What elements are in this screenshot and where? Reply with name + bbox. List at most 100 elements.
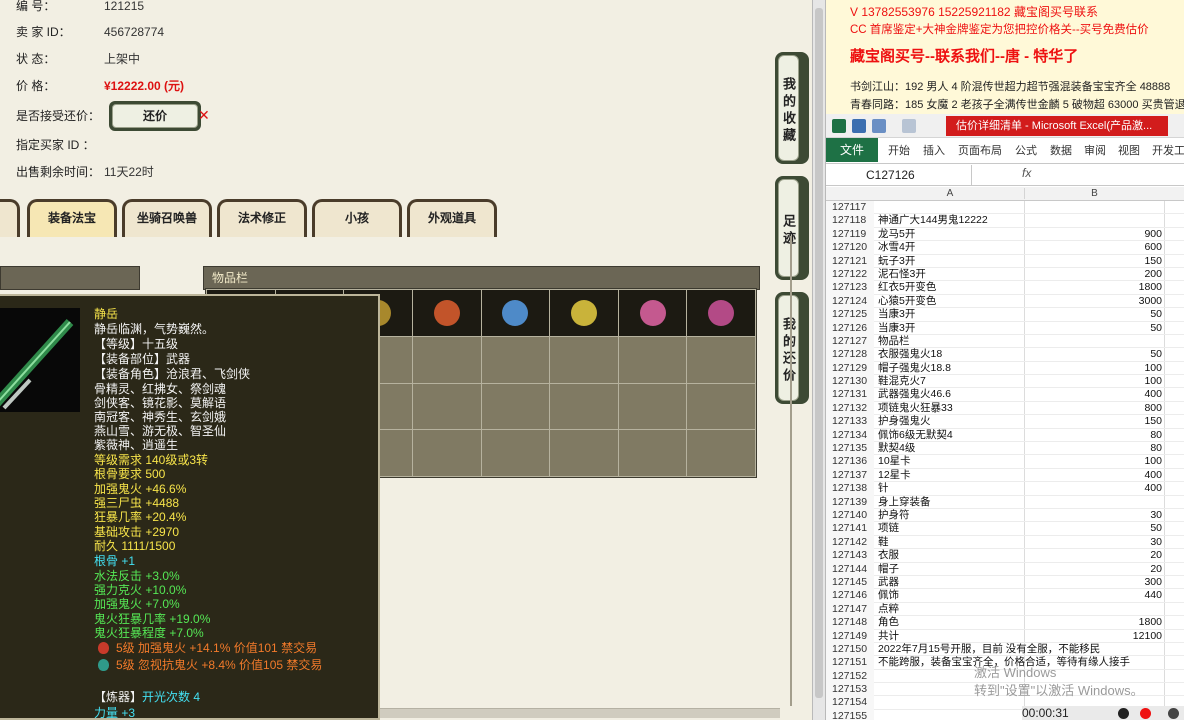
redo-icon[interactable] bbox=[902, 119, 916, 133]
ribbon-tab-formulas[interactable]: 公式 bbox=[1015, 142, 1037, 158]
counter-offer-button[interactable]: 还价 bbox=[109, 101, 201, 131]
cell-a[interactable]: 项链 bbox=[878, 522, 899, 535]
cell-b[interactable]: 100 bbox=[1144, 375, 1162, 388]
tab-appearance[interactable]: 外观道具 bbox=[407, 199, 497, 237]
inventory-slot[interactable] bbox=[687, 290, 755, 336]
ribbon-tab-view[interactable]: 视图 bbox=[1118, 142, 1140, 158]
table-row[interactable]: 127135 默契4级 80 bbox=[826, 442, 1184, 456]
table-row[interactable]: 127130 鞋混克火7 100 bbox=[826, 375, 1184, 389]
table-row[interactable]: 127141 项链 50 bbox=[826, 522, 1184, 536]
tab-equipment[interactable]: 装备法宝 bbox=[27, 199, 117, 237]
cell-b[interactable]: 20 bbox=[1150, 563, 1162, 576]
table-row[interactable]: 127132 项链鬼火狂暴33 800 bbox=[826, 401, 1184, 416]
cell-a[interactable]: 武器强鬼火46.6 bbox=[878, 388, 951, 401]
cell-b[interactable]: 50 bbox=[1150, 322, 1162, 335]
save-icon[interactable] bbox=[852, 119, 866, 133]
cell-a[interactable]: 点粹 bbox=[878, 603, 899, 616]
inventory-slot[interactable] bbox=[481, 430, 550, 476]
cell-a[interactable]: 神通广大144男鬼12222 bbox=[878, 214, 988, 227]
cell-a[interactable]: 10星卡 bbox=[878, 455, 911, 468]
cell-a[interactable]: 红衣5开变色 bbox=[878, 281, 936, 294]
cell-b[interactable]: 200 bbox=[1144, 268, 1162, 281]
ribbon-tab-page-layout[interactable]: 页面布局 bbox=[958, 142, 1002, 158]
table-row[interactable]: 127119 龙马5开 900 bbox=[826, 227, 1184, 242]
cell-a[interactable]: 2022年7月15号开服，目前 没有全服，不能移民 bbox=[878, 643, 1100, 656]
table-row[interactable]: 127124 心猿5开变色 3000 bbox=[826, 294, 1184, 309]
inventory-slot[interactable] bbox=[481, 290, 550, 336]
cell-a[interactable]: 项链鬼火狂暴33 bbox=[878, 402, 953, 415]
table-row[interactable]: 127117 bbox=[826, 201, 1184, 215]
cell-a[interactable]: 身上穿装备 bbox=[878, 496, 931, 509]
vertical-scroll-track[interactable] bbox=[790, 236, 792, 706]
cell-b[interactable]: 900 bbox=[1144, 228, 1162, 241]
ribbon-tab-developer[interactable]: 开发工 bbox=[1152, 142, 1184, 158]
column-b-header[interactable]: B bbox=[1024, 188, 1164, 199]
cell-a[interactable]: 物品栏 bbox=[878, 335, 910, 348]
inventory-slot[interactable] bbox=[687, 336, 755, 383]
table-row[interactable]: 127138 针 400 bbox=[826, 482, 1184, 496]
cell-b[interactable]: 12100 bbox=[1133, 630, 1162, 643]
ribbon-tab-review[interactable]: 审阅 bbox=[1084, 142, 1106, 158]
table-row[interactable]: 127125 当康3开 50 bbox=[826, 308, 1184, 322]
cell-b[interactable]: 3000 bbox=[1139, 295, 1162, 308]
undo-icon[interactable] bbox=[872, 119, 886, 133]
table-row[interactable]: 127139 身上穿装备 bbox=[826, 495, 1184, 509]
footprints-button[interactable]: 足迹 bbox=[775, 176, 809, 280]
inventory-slot[interactable] bbox=[687, 383, 755, 430]
cell-a[interactable]: 当康3开 bbox=[878, 322, 915, 335]
table-row[interactable]: 127131 武器强鬼火46.6 400 bbox=[826, 388, 1184, 402]
tab-spell-correction[interactable]: 法术修正 bbox=[217, 199, 307, 237]
cell-b[interactable]: 1800 bbox=[1139, 616, 1162, 629]
table-row[interactable]: 127137 12星卡 400 bbox=[826, 468, 1184, 483]
inventory-slot[interactable] bbox=[412, 430, 481, 476]
cell-a[interactable]: 鞋 bbox=[878, 536, 889, 549]
cell-b[interactable]: 440 bbox=[1144, 589, 1162, 602]
ribbon-tab-data[interactable]: 数据 bbox=[1050, 142, 1072, 158]
table-row[interactable]: 127133 护身强鬼火 150 bbox=[826, 415, 1184, 429]
close-icon[interactable]: ✕ bbox=[198, 107, 210, 124]
cell-a[interactable]: 衣服 bbox=[878, 549, 899, 562]
cell-a[interactable]: 帽子 bbox=[878, 563, 899, 576]
cell-a[interactable]: 针 bbox=[878, 482, 889, 495]
table-row[interactable]: 127150 2022年7月15号开服，目前 没有全服，不能移民 bbox=[826, 642, 1184, 657]
cell-b[interactable]: 400 bbox=[1144, 482, 1162, 495]
cell-b[interactable]: 50 bbox=[1150, 522, 1162, 535]
cell-b[interactable]: 100 bbox=[1144, 362, 1162, 375]
inventory-slot[interactable] bbox=[618, 430, 687, 476]
scrollbar-thumb[interactable] bbox=[815, 8, 823, 698]
cell-b[interactable]: 150 bbox=[1144, 255, 1162, 268]
pause-icon[interactable] bbox=[1118, 708, 1129, 719]
table-row[interactable]: 127142 鞋 30 bbox=[826, 535, 1184, 550]
cell-b[interactable]: 150 bbox=[1144, 415, 1162, 428]
table-row[interactable]: 127148 角色 1800 bbox=[826, 616, 1184, 630]
table-row[interactable]: 127127 物品栏 bbox=[826, 334, 1184, 349]
cell-b[interactable]: 50 bbox=[1150, 308, 1162, 321]
table-row[interactable]: 127122 泥石怪3开 200 bbox=[826, 267, 1184, 282]
cell-b[interactable]: 300 bbox=[1144, 576, 1162, 589]
cell-a[interactable]: 衣服强鬼火18 bbox=[878, 348, 942, 361]
table-row[interactable]: 127120 冰雪4开 600 bbox=[826, 241, 1184, 255]
cell-a[interactable]: 12星卡 bbox=[878, 469, 911, 482]
cell-a[interactable]: 共计 bbox=[878, 630, 899, 643]
table-row[interactable]: 127140 护身符 30 bbox=[826, 508, 1184, 523]
cell-a[interactable]: 冰雪4开 bbox=[878, 241, 915, 254]
tab-mounts-pets[interactable]: 坐骑召唤兽 bbox=[122, 199, 212, 237]
inventory-slot[interactable] bbox=[550, 383, 618, 430]
cell-b[interactable]: 50 bbox=[1150, 348, 1162, 361]
table-row[interactable]: 127129 帽子强鬼火18.8 100 bbox=[826, 361, 1184, 376]
cell-b[interactable]: 1800 bbox=[1139, 281, 1162, 294]
inventory-slot[interactable] bbox=[687, 430, 755, 476]
inventory-slot[interactable] bbox=[550, 430, 618, 476]
cell-a[interactable]: 默契4级 bbox=[878, 442, 915, 455]
table-row[interactable]: 127144 帽子 20 bbox=[826, 562, 1184, 576]
table-row[interactable]: 127143 衣服 20 bbox=[826, 549, 1184, 563]
cell-b[interactable]: 30 bbox=[1150, 536, 1162, 549]
cell-a[interactable]: 心猿5开变色 bbox=[878, 295, 936, 308]
cell-a[interactable]: 佩饰 bbox=[878, 589, 899, 602]
inventory-slot[interactable] bbox=[618, 336, 687, 383]
column-a-header[interactable]: A bbox=[876, 188, 1024, 199]
cell-a[interactable]: 角色 bbox=[878, 616, 899, 629]
cell-b[interactable]: 600 bbox=[1144, 241, 1162, 254]
inventory-slot[interactable] bbox=[550, 290, 618, 336]
ribbon-tab-insert[interactable]: 插入 bbox=[923, 142, 945, 158]
